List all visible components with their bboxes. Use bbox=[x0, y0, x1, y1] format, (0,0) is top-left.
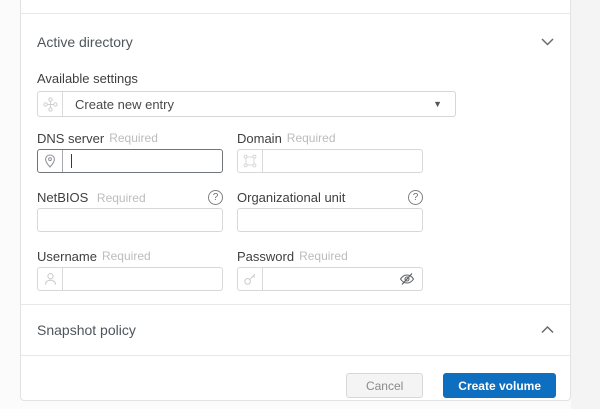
organizational-unit-field-group: Organizational unit ? bbox=[237, 189, 423, 232]
required-hint: Required bbox=[286, 131, 336, 145]
location-pin-icon bbox=[38, 150, 63, 172]
netbios-field-group: NetBIOS Required ? bbox=[37, 189, 223, 232]
netbios-help-icon[interactable]: ? bbox=[208, 189, 223, 205]
domain-field-group: Domain Required bbox=[237, 131, 423, 173]
required-hint: Required bbox=[299, 249, 348, 263]
dns-server-field-group: DNS server Required bbox=[37, 131, 223, 173]
password-input[interactable] bbox=[263, 268, 399, 290]
domain-input[interactable] bbox=[263, 150, 422, 172]
chevron-down-icon[interactable] bbox=[541, 38, 554, 46]
password-input-wrap bbox=[237, 267, 423, 291]
dns-server-label: DNS server bbox=[37, 130, 105, 146]
available-settings-select[interactable]: Create new entry ▼ bbox=[37, 91, 456, 117]
domain-frame-icon bbox=[238, 150, 263, 172]
dns-server-input-wrap bbox=[37, 149, 223, 173]
chevron-up-icon[interactable] bbox=[541, 326, 554, 334]
eye-off-icon[interactable] bbox=[399, 272, 415, 286]
form-footer: Cancel Create volume bbox=[21, 356, 570, 398]
available-settings-label: Available settings bbox=[37, 71, 138, 86]
password-label: Password bbox=[237, 248, 295, 264]
required-hint: Required bbox=[96, 190, 146, 205]
available-settings-value: Create new entry bbox=[75, 96, 174, 112]
user-icon bbox=[38, 268, 63, 290]
active-directory-header[interactable]: Active directory bbox=[21, 14, 570, 50]
username-input-wrap bbox=[37, 267, 223, 291]
netbios-input-wrap bbox=[37, 208, 223, 232]
organizational-unit-input[interactable] bbox=[238, 209, 422, 231]
snapshot-policy-title: Snapshot policy bbox=[37, 322, 136, 338]
username-label: Username bbox=[37, 248, 97, 264]
domain-label: Domain bbox=[237, 130, 282, 146]
organizational-unit-input-wrap bbox=[237, 208, 423, 232]
required-hint: Required bbox=[101, 249, 151, 263]
organizational-unit-help-icon[interactable]: ? bbox=[408, 189, 423, 205]
password-field-group: Password Required bbox=[237, 249, 423, 291]
username-input[interactable] bbox=[63, 268, 222, 290]
dns-server-input[interactable] bbox=[72, 150, 222, 172]
netbios-label: NetBIOS bbox=[37, 189, 89, 205]
active-directory-title: Active directory bbox=[37, 34, 133, 50]
key-icon bbox=[238, 268, 263, 290]
create-volume-button[interactable]: Create volume bbox=[443, 373, 556, 398]
dropdown-caret-icon: ▼ bbox=[433, 99, 442, 109]
create-volume-form-card: Active directory Available settings Crea… bbox=[20, 0, 571, 401]
organizational-unit-label: Organizational unit bbox=[237, 189, 346, 205]
required-hint: Required bbox=[109, 131, 158, 145]
domain-input-wrap bbox=[237, 149, 423, 173]
page-background-panel bbox=[571, 0, 600, 409]
directory-cluster-icon bbox=[38, 92, 63, 116]
previous-section-divider bbox=[21, 0, 570, 14]
cancel-button[interactable]: Cancel bbox=[345, 373, 424, 398]
username-field-group: Username Required bbox=[37, 249, 223, 291]
snapshot-policy-header[interactable]: Snapshot policy bbox=[21, 305, 570, 356]
netbios-input[interactable] bbox=[38, 209, 222, 231]
